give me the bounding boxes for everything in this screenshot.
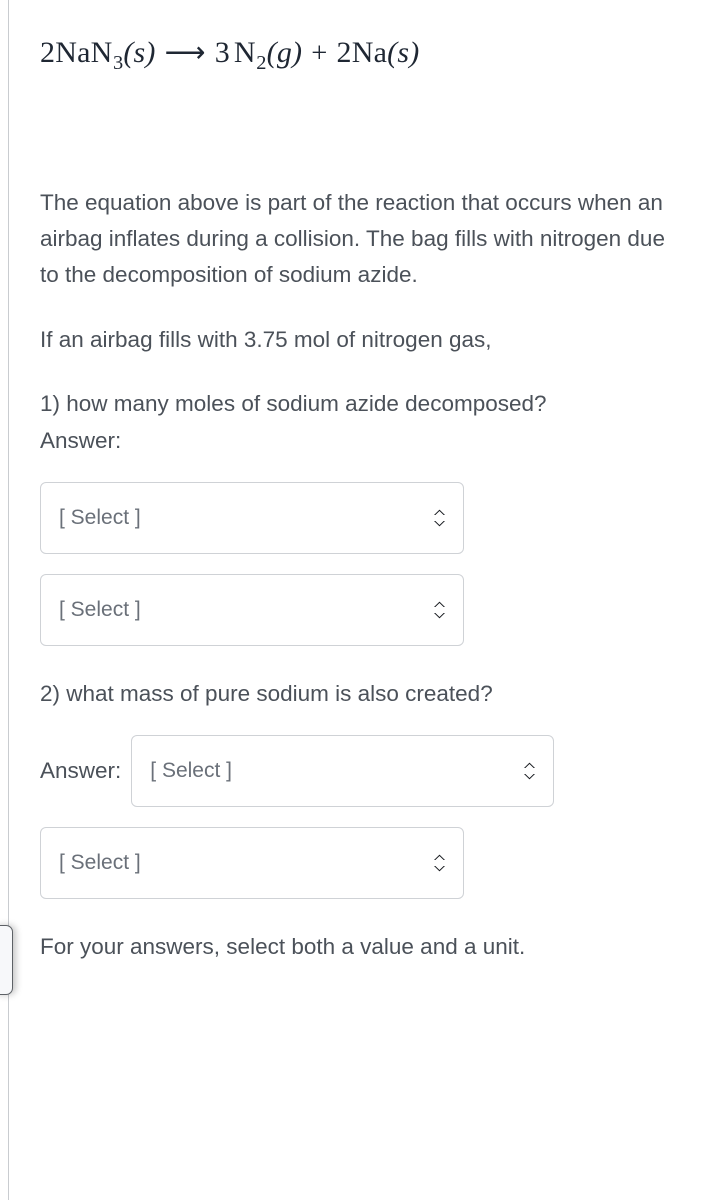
chevron-up-down-icon	[429, 599, 449, 621]
question-1-unit-select-label: [ Select ]	[59, 597, 141, 621]
question-2-unit-select-label: [ Select ]	[59, 850, 141, 874]
given-paragraph: If an airbag fills with 3.75 mol of nitr…	[40, 326, 492, 352]
question-1-unit-select[interactable]: [ Select ]	[40, 573, 464, 646]
equation-product1-state: (g)	[266, 36, 303, 69]
equation-arrow-icon: ⟶	[164, 38, 206, 69]
chevron-up-down-icon	[429, 852, 449, 874]
equation-reactant-formula: NaN	[55, 36, 113, 69]
question-page: 2NaN3(s) ⟶ 3 N2(g) +2Na(s) The equation abov…	[0, 0, 702, 1200]
equation-product2-state: (s)	[387, 36, 420, 69]
equation-product2-formula: Na	[351, 36, 388, 69]
equation-reactant-state: (s)	[123, 36, 156, 69]
closing-paragraph: For your answers, select both a value an…	[40, 933, 526, 959]
equation-plus-sign: +	[311, 38, 328, 69]
question-2-value-select-label: [ Select ]	[150, 758, 232, 782]
equation-product1-subscript: 2	[256, 51, 267, 74]
chevron-up-down-icon	[519, 760, 539, 782]
question-2-answer-row: Answer: [ Select ]	[40, 734, 672, 807]
question-2-value-select[interactable]: [ Select ]	[131, 734, 555, 807]
question-2-text: 2) what mass of pure sodium is also crea…	[40, 680, 493, 706]
question-1-value-select-label: [ Select ]	[59, 505, 141, 529]
question-1-value-select[interactable]: [ Select ]	[40, 481, 464, 554]
equation-product1-coefficient: 3	[214, 36, 230, 69]
question-1-text: 1) how many moles of sodium azide decomp…	[40, 391, 547, 453]
equation-reactant-subscript: 3	[112, 51, 124, 74]
question-2-unit-select[interactable]: [ Select ]	[40, 826, 464, 899]
equation-product1-formula: N	[233, 36, 256, 69]
equation-product2-coefficient: 2	[336, 36, 352, 69]
intro-paragraph: The equation above is part of the reacti…	[40, 189, 665, 288]
equation-reactant-coefficient: 2	[40, 36, 56, 69]
chemical-equation: 2NaN3(s) ⟶ 3 N2(g) +2Na(s)	[40, 0, 672, 75]
answer-label: Answer:	[40, 757, 122, 783]
chevron-up-down-icon	[429, 507, 449, 529]
